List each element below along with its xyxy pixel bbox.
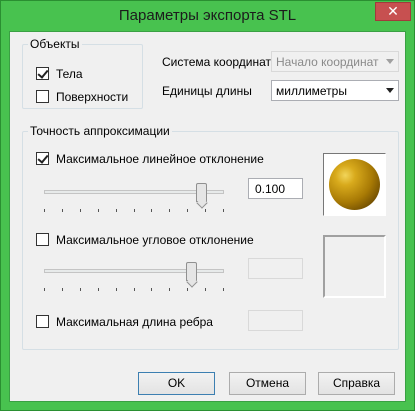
length-units-select[interactable]: миллиметры xyxy=(271,80,399,101)
slider-tick xyxy=(80,209,81,212)
coordinate-system-select[interactable]: Начало координат xyxy=(271,51,399,72)
chevron-down-icon xyxy=(386,88,394,93)
dialog-body: Объекты Тела Поверхности Система координ… xyxy=(9,31,406,402)
slider-tick xyxy=(80,288,81,291)
max-angular-checkbox[interactable] xyxy=(36,233,49,246)
slider-tick xyxy=(44,288,45,291)
objects-group-label: Объекты xyxy=(28,37,82,51)
slider-tick xyxy=(98,209,99,212)
max-linear-slider-ticks xyxy=(44,209,224,213)
slider-tick xyxy=(98,288,99,291)
slider-tick xyxy=(187,209,188,212)
max-angular-slider-track[interactable] xyxy=(44,269,224,273)
slider-tick xyxy=(223,288,224,291)
max-edge-checkbox[interactable] xyxy=(36,315,49,328)
slider-tick xyxy=(187,288,188,291)
max-linear-label: Максимальное линейное отклонение xyxy=(56,152,264,166)
max-linear-input[interactable] xyxy=(248,178,303,199)
max-linear-slider-handle[interactable] xyxy=(196,183,207,202)
max-linear-checkbox[interactable] xyxy=(36,152,49,165)
slider-tick xyxy=(205,288,206,291)
max-edge-input[interactable] xyxy=(248,310,303,331)
max-angular-input[interactable] xyxy=(248,258,303,279)
window-title: Параметры экспорта STL xyxy=(118,7,297,24)
max-angular-label: Максимальное угловое отклонение xyxy=(56,233,254,247)
bodies-checkbox[interactable] xyxy=(36,67,49,80)
length-units-value: миллиметры xyxy=(276,84,347,98)
slider-tick xyxy=(116,209,117,212)
surfaces-checkbox[interactable] xyxy=(36,90,49,103)
sphere-preview-icon xyxy=(329,159,380,210)
cancel-button[interactable]: Отмена xyxy=(229,372,306,395)
slider-tick xyxy=(62,288,63,291)
slider-tick xyxy=(116,288,117,291)
linear-preview xyxy=(323,153,386,216)
slider-tick xyxy=(169,288,170,291)
bodies-label: Тела xyxy=(56,67,83,81)
help-button[interactable]: Справка xyxy=(318,372,395,395)
ok-button[interactable]: OK xyxy=(138,372,215,395)
max-angular-slider-ticks xyxy=(44,288,224,292)
slider-tick xyxy=(134,288,135,291)
approximation-group-label: Точность аппроксимации xyxy=(28,124,172,138)
export-dialog-window: Параметры экспорта STL ✕ Объекты Тела По… xyxy=(0,0,415,411)
length-units-label: Единицы длины xyxy=(162,84,252,98)
slider-tick xyxy=(62,209,63,212)
slider-tick xyxy=(223,209,224,212)
coordinate-system-value: Начало координат xyxy=(276,55,379,69)
slider-tick xyxy=(205,209,206,212)
slider-tick xyxy=(151,288,152,291)
chevron-down-icon xyxy=(386,59,394,64)
close-button[interactable]: ✕ xyxy=(375,2,411,21)
slider-tick xyxy=(169,209,170,212)
max-angular-slider-handle[interactable] xyxy=(186,262,197,281)
coordinate-system-label: Система координат xyxy=(162,55,272,69)
angular-preview xyxy=(323,235,386,298)
slider-tick xyxy=(44,209,45,212)
slider-tick xyxy=(134,209,135,212)
surfaces-label: Поверхности xyxy=(56,90,129,104)
slider-tick xyxy=(151,209,152,212)
max-edge-label: Максимальная длина ребра xyxy=(56,315,213,329)
title-bar[interactable]: Параметры экспорта STL ✕ xyxy=(1,1,414,31)
